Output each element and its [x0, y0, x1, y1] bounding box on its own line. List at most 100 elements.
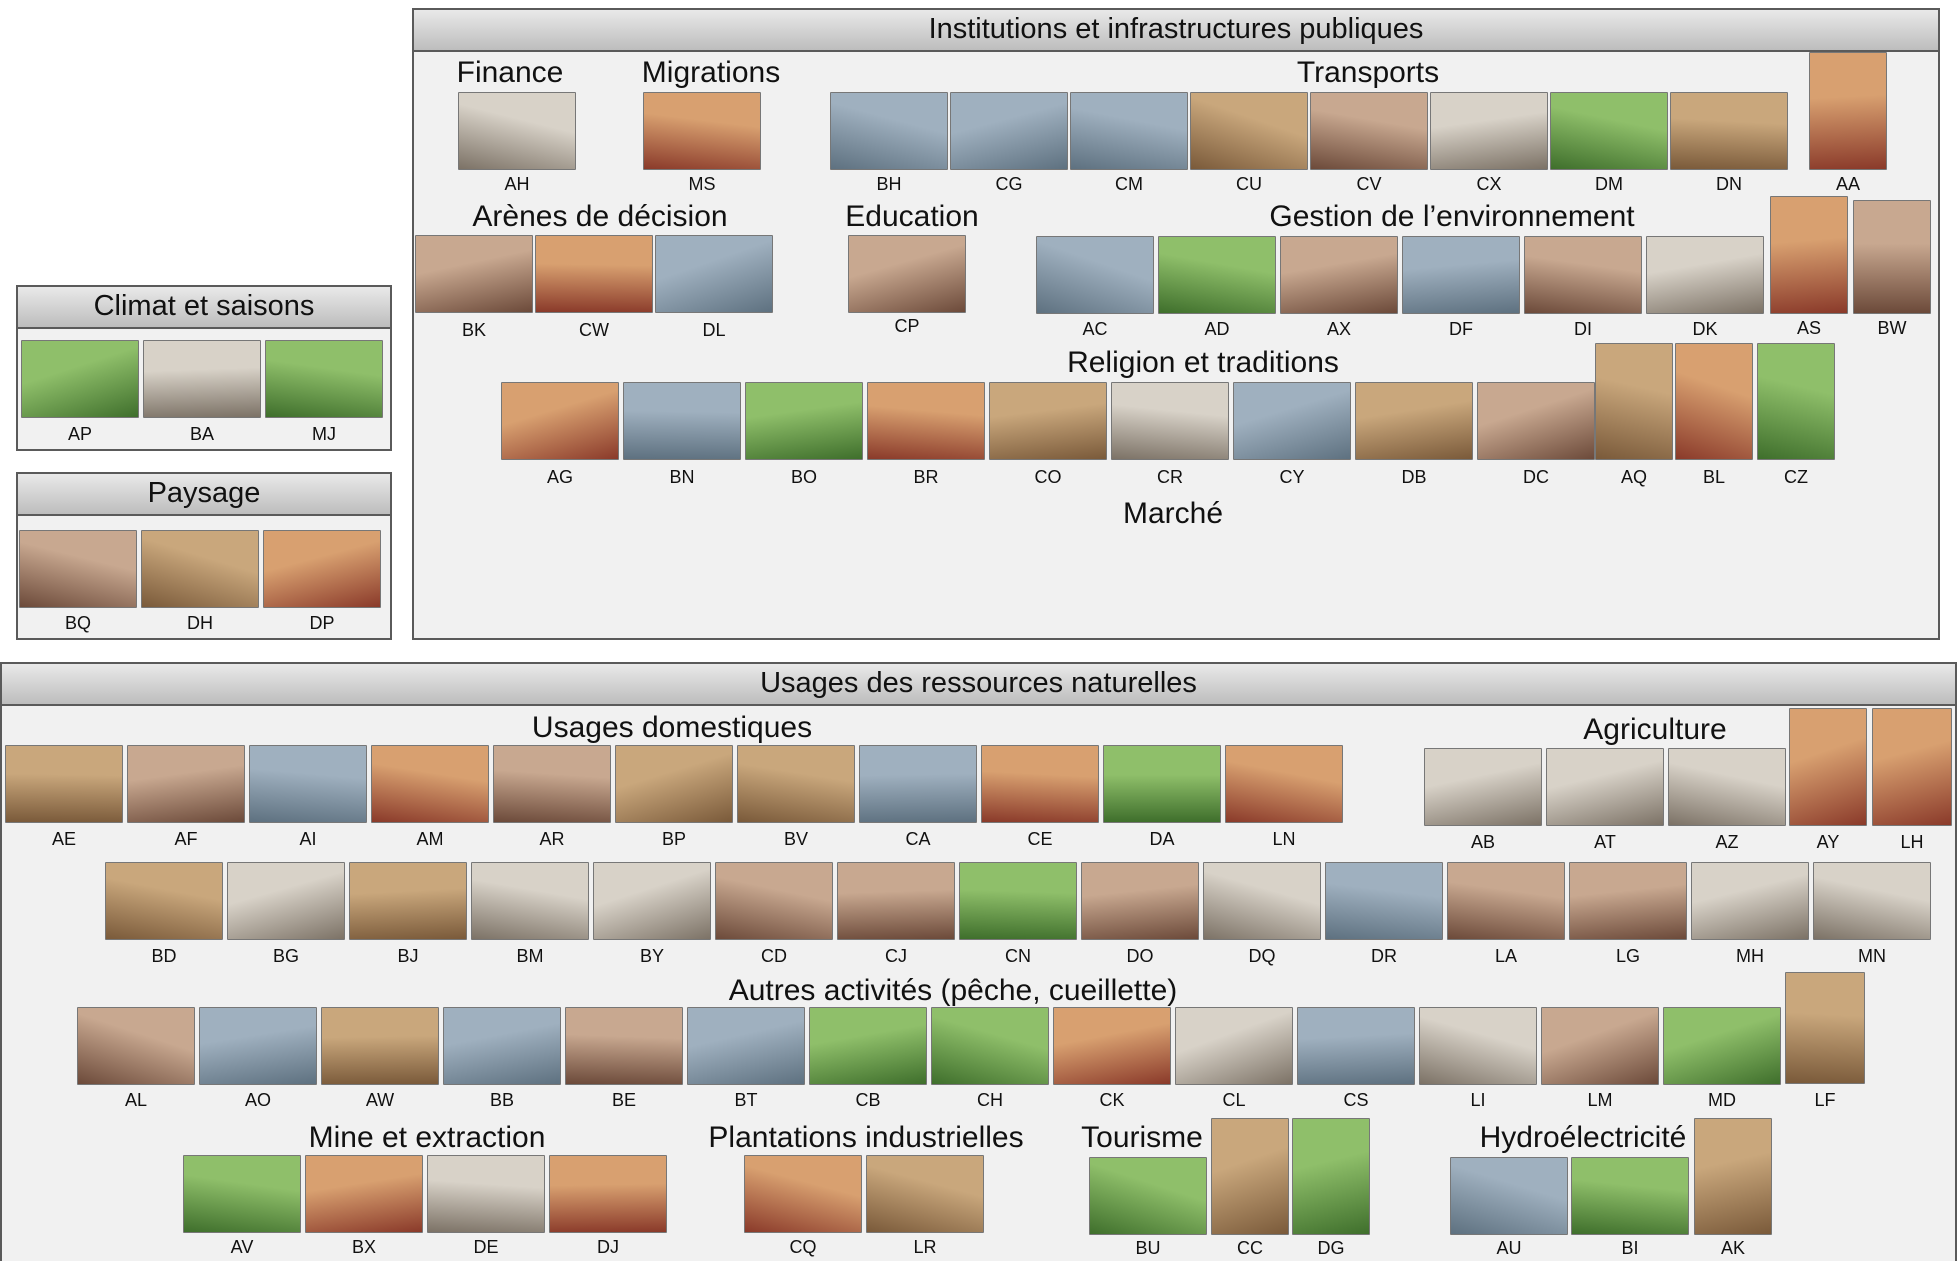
photo-code-label: AU [1496, 1238, 1522, 1258]
photo-thumbnail [21, 340, 139, 418]
photo-tile-dn: DN [1670, 92, 1788, 194]
photo-tile-cm: CM [1070, 92, 1188, 194]
section-title-finance: Finance [456, 56, 564, 89]
photo-thumbnail [183, 1155, 301, 1233]
photo-code-label: LN [1272, 829, 1296, 849]
photo-thumbnail [1809, 52, 1887, 170]
photo-code-label: BJ [397, 946, 419, 966]
photo-code-label: DK [1692, 319, 1718, 339]
photo-code-label: AO [244, 1090, 272, 1110]
photo-code-label: CC [1237, 1238, 1263, 1258]
section-title-mine: Mine et extraction [308, 1121, 546, 1154]
photo-code-label: AA [1835, 174, 1861, 194]
photo-tile-cp: CP [848, 235, 966, 336]
photo-tile-cy: CY [1233, 382, 1351, 487]
photo-thumbnail [1663, 1007, 1781, 1085]
photo-thumbnail [1872, 708, 1952, 826]
photo-code-label: DE [473, 1237, 499, 1257]
photo-tile-cv: CV [1310, 92, 1428, 194]
photo-tile-mn: MN [1813, 862, 1931, 966]
photo-thumbnail [249, 745, 367, 823]
photo-code-label: DL [702, 320, 726, 340]
photo-tile-as: AS [1770, 196, 1848, 338]
photo-tile-de: DE [427, 1155, 545, 1257]
photo-thumbnail [931, 1007, 1049, 1085]
photo-code-label: AK [1720, 1238, 1746, 1258]
photo-code-label: CM [1115, 174, 1143, 194]
photo-thumbnail [1111, 382, 1229, 460]
photo-code-label: CS [1343, 1090, 1369, 1110]
photo-thumbnail [1430, 92, 1548, 170]
photo-thumbnail [615, 745, 733, 823]
photo-thumbnail [227, 862, 345, 940]
photo-code-label: AX [1326, 319, 1352, 339]
photo-tile-cs: CS [1297, 1007, 1415, 1110]
photo-code-label: BG [272, 946, 300, 966]
photo-code-label: BA [189, 424, 215, 444]
photo-tile-cn: CN [959, 862, 1077, 966]
photo-code-label: CD [761, 946, 787, 966]
photo-tile-ab: AB [1424, 748, 1542, 852]
photo-code-label: CA [905, 829, 931, 849]
photo-tile-aq: AQ [1595, 343, 1673, 487]
section-title-environnement: Gestion de l’environnement [1269, 200, 1635, 233]
photo-tile-cx: CX [1430, 92, 1548, 194]
photo-tile-cg: CG [950, 92, 1068, 194]
photo-tile-dm: DM [1550, 92, 1668, 194]
photo-code-label: BY [639, 946, 665, 966]
photo-code-label: DP [309, 613, 335, 633]
photo-tile-bi: BI [1571, 1157, 1689, 1258]
photo-tile-au: AU [1450, 1157, 1568, 1258]
photo-tile-ah: AH [458, 92, 576, 194]
photo-thumbnail [1036, 236, 1154, 314]
photo-tile-av: AV [183, 1155, 301, 1257]
section-title-religion: Religion et traditions [1067, 346, 1339, 379]
photo-thumbnail [1053, 1007, 1171, 1085]
photo-tile-bp: BP [615, 745, 733, 849]
photo-tile-cq: CQ [744, 1155, 862, 1257]
photo-tile-bk: BK [415, 235, 533, 340]
photo-code-label: DO [1126, 946, 1154, 966]
photo-tile-bh: BH [830, 92, 948, 194]
photo-tile-bo: BO [745, 382, 863, 487]
photo-code-label: CL [1222, 1090, 1246, 1110]
photo-code-label: BX [351, 1237, 377, 1257]
photo-thumbnail [305, 1155, 423, 1233]
photo-thumbnail [199, 1007, 317, 1085]
photo-code-label: AH [504, 174, 530, 194]
photo-tile-cc: CC [1211, 1118, 1289, 1258]
photo-code-label: DC [1523, 467, 1549, 487]
photo-tile-cu: CU [1190, 92, 1308, 194]
photo-tile-dr: DR [1325, 862, 1443, 966]
photo-code-label: BT [734, 1090, 758, 1110]
photo-tile-ms: MS [643, 92, 761, 194]
section-title-arenes: Arènes de décision [472, 200, 728, 233]
photo-code-label: AP [67, 424, 93, 444]
photo-tile-lr: LR [866, 1155, 984, 1257]
photo-thumbnail [1233, 382, 1351, 460]
photo-thumbnail [1569, 862, 1687, 940]
photo-code-label: BK [461, 320, 487, 340]
photo-tile-bt: BT [687, 1007, 805, 1110]
photo-tile-be: BE [565, 1007, 683, 1110]
photo-tile-dk: DK [1646, 236, 1764, 339]
photo-tile-am: AM [371, 745, 489, 849]
photo-tile-df: DF [1402, 236, 1520, 339]
photo-thumbnail [989, 382, 1107, 460]
photo-tile-di: DI [1524, 236, 1642, 339]
photo-code-label: AI [299, 829, 317, 849]
photo-tile-db: DB [1355, 382, 1473, 487]
photo-thumbnail [1813, 862, 1931, 940]
photo-code-label: AD [1204, 319, 1230, 339]
photo-tile-br: BR [867, 382, 985, 487]
photo-thumbnail [1070, 92, 1188, 170]
photo-code-label: BO [790, 467, 818, 487]
photo-code-label: LF [1814, 1090, 1836, 1110]
photo-thumbnail [1280, 236, 1398, 314]
photo-tile-az: AZ [1668, 748, 1786, 852]
section-title-education: Education [845, 200, 979, 233]
photo-thumbnail [866, 1155, 984, 1233]
photo-thumbnail [535, 235, 653, 313]
photo-code-label: AB [1470, 832, 1496, 852]
photo-tile-da: DA [1103, 745, 1221, 849]
